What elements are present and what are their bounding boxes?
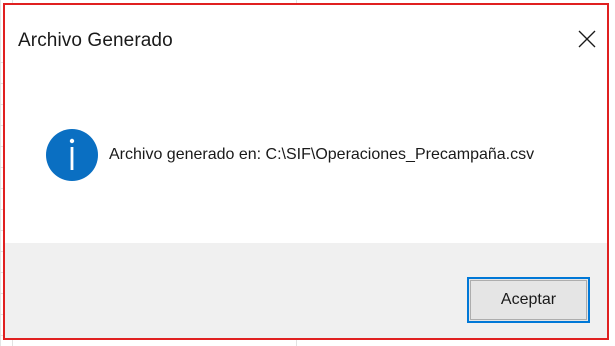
message-dialog: Archivo Generado Archivo generado en: C:…: [3, 3, 609, 340]
information-icon: [46, 129, 98, 181]
dialog-title: Archivo Generado: [18, 30, 173, 51]
dialog-content: Archivo generado en: C:\SIF\Operaciones_…: [5, 73, 607, 243]
dialog-title-bar[interactable]: Archivo Generado: [5, 5, 607, 73]
close-button[interactable]: [569, 21, 605, 57]
dialog-message: Archivo generado en: C:\SIF\Operaciones_…: [109, 146, 535, 163]
accept-button[interactable]: Aceptar: [467, 277, 590, 323]
dialog-footer: Aceptar: [5, 243, 607, 338]
accept-button-label: Aceptar: [500, 291, 557, 308]
close-icon: [578, 30, 596, 48]
